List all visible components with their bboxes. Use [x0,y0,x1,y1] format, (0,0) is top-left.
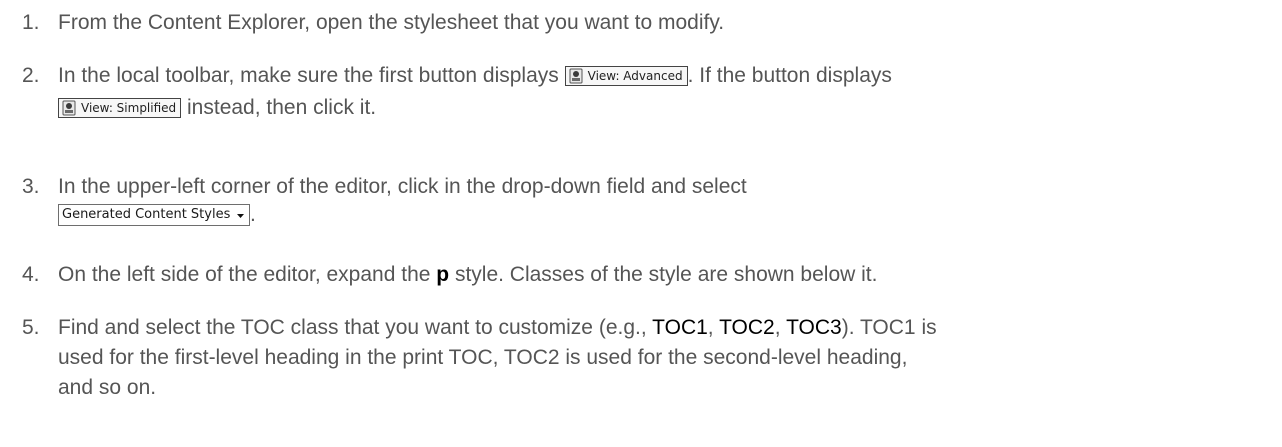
step-text: instead, then click it. [187,96,377,119]
button-label: View: Simplified [81,101,177,115]
speaker-eye-icon [62,100,76,116]
step-text: Find and select the TOC class that you w… [58,316,647,339]
step-text: On the left side of the editor, expand t… [58,263,431,286]
step-number: 5. [22,316,40,339]
dropdown-value: Generated Content Styles [62,207,231,223]
style-name: p [436,263,450,286]
step-text: ). TOC1 is [841,316,937,339]
separator: , [774,316,781,339]
toc-class-name: TOC2 [719,316,775,339]
step-number: 1. [22,11,40,34]
step-number: 3. [22,175,40,198]
step-text: used for the first-level heading in the … [58,346,908,369]
step-number: 2. [22,64,40,87]
separator: , [707,316,714,339]
caret-down-icon [237,213,244,218]
generated-content-styles-dropdown-image: Generated Content Styles [58,204,250,227]
step-text: style. Classes of the style are shown be… [454,263,878,286]
speaker-eye-icon [569,68,583,84]
step-text: In the local toolbar, make sure the firs… [58,64,559,87]
instruction-steps: 1. From the Content Explorer, open the s… [0,0,1282,447]
step-number: 4. [22,263,40,286]
view-simplified-button-image: View: Simplified [58,98,182,118]
toc-class-name: TOC3 [786,316,842,339]
button-label: View: Advanced [587,69,683,83]
step-text: From the Content Explorer, open the styl… [58,11,725,34]
step-text: . If the button displays [687,64,892,87]
step-text: . [250,203,256,226]
view-advanced-button-image: View: Advanced [564,66,688,86]
toc-class-name: TOC1 [652,316,708,339]
step-text: In the upper-left corner of the editor, … [58,175,747,198]
step-text: and so on. [58,376,157,399]
